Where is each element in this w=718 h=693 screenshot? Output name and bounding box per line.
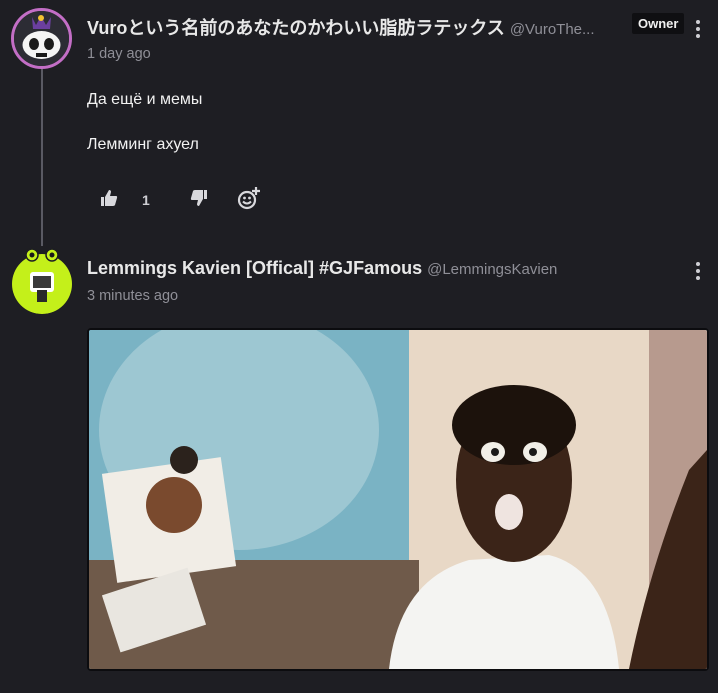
owner-badge: Owner [632, 13, 685, 34]
thumbs-up-icon[interactable] [100, 189, 118, 212]
like-count: 1 [142, 192, 150, 208]
avatar[interactable] [11, 8, 72, 69]
more-options-icon[interactable] [695, 262, 701, 280]
author-name[interactable]: Vuroという名前のあなたのかわいい脂肪ラテックス [87, 18, 505, 38]
embedded-meme-image[interactable] [87, 328, 709, 671]
comment-author[interactable]: Lemmings Kavien [Offical] #GJFamous @Lem… [87, 258, 557, 279]
comment-line: Лемминг ахуел [87, 136, 199, 153]
avatar-frog-icon [12, 248, 72, 314]
meme-image [89, 330, 707, 669]
author-handle[interactable]: @VuroThe... [510, 21, 595, 38]
more-options-icon[interactable] [695, 20, 701, 38]
comment-timestamp[interactable]: 1 day ago [87, 46, 151, 62]
comment-timestamp[interactable]: 3 minutes ago [87, 288, 178, 304]
author-name[interactable]: Lemmings Kavien [Offical] #GJFamous [87, 258, 422, 278]
author-handle[interactable]: @LemmingsKavien [427, 261, 557, 278]
avatar[interactable] [8, 246, 76, 314]
thread-line [41, 68, 43, 248]
thumbs-down-icon[interactable] [190, 189, 208, 212]
comment-author[interactable]: Vuroという名前のあなたのかわいい脂肪ラテックス @VuroThe... [87, 14, 595, 40]
comment-line: Да ещё и мемы [87, 91, 203, 108]
avatar-skull-icon [14, 11, 69, 66]
add-reaction-icon[interactable] [237, 186, 261, 215]
